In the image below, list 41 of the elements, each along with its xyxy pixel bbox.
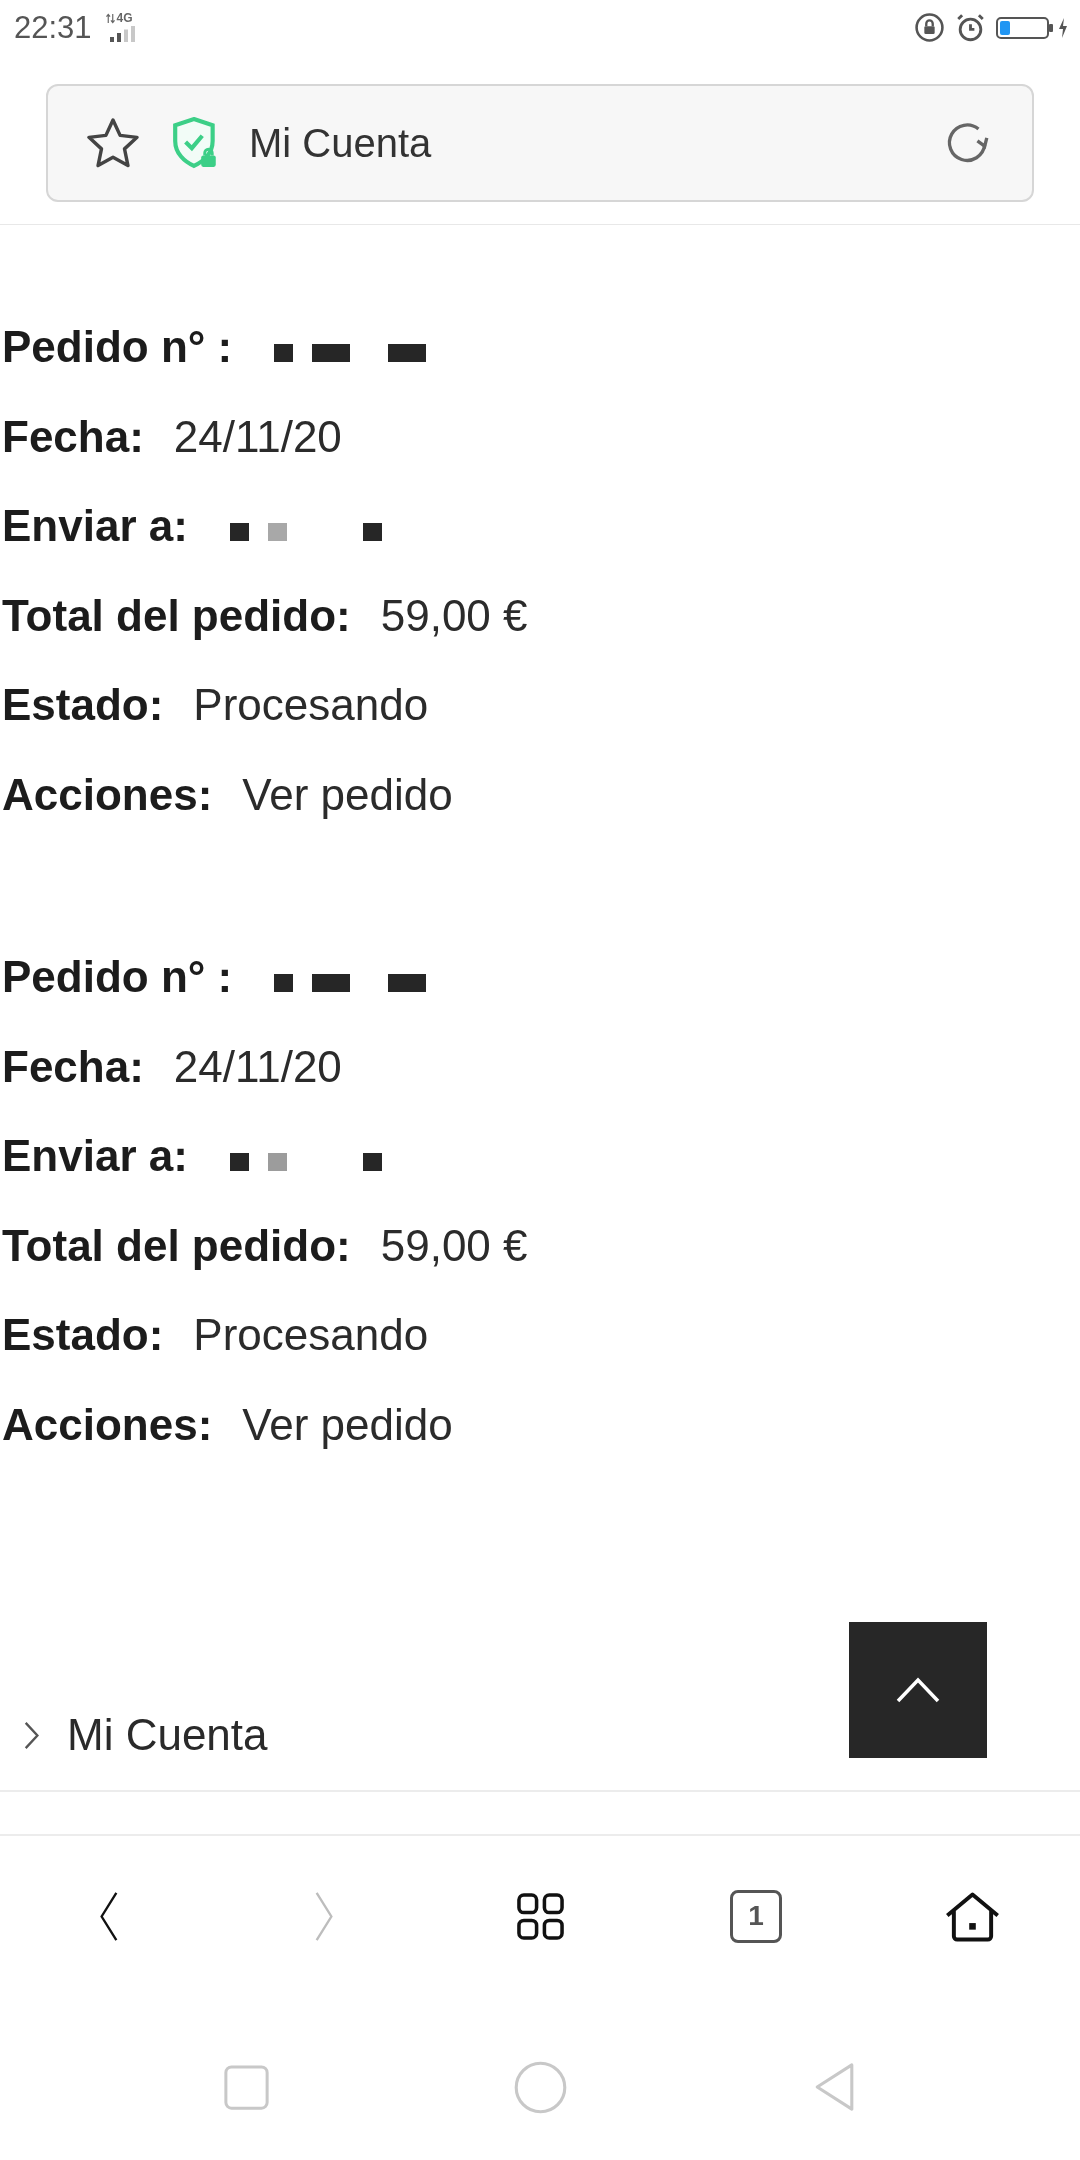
star-icon[interactable] bbox=[86, 118, 140, 168]
field-label: Fecha: bbox=[1, 1040, 144, 1093]
charging-bolt-icon bbox=[1058, 17, 1068, 38]
chevron-right-icon bbox=[313, 1890, 335, 1942]
shield-lock-icon bbox=[173, 117, 219, 169]
back-button[interactable] bbox=[97, 1890, 119, 1942]
field-value: 59,00 € bbox=[380, 1219, 528, 1272]
tabs-button[interactable]: 1 bbox=[730, 1889, 782, 1943]
field-label: Estado: bbox=[1, 679, 164, 731]
view-order-link[interactable]: Ver pedido bbox=[242, 1379, 453, 1469]
page-title: Mi Cuenta bbox=[249, 120, 433, 166]
menu-button[interactable] bbox=[516, 1892, 564, 1940]
clock-time: 22:31 bbox=[14, 9, 92, 46]
address-bar[interactable]: Mi Cuenta bbox=[46, 84, 1034, 202]
field-label: Fecha: bbox=[1, 410, 144, 463]
signal-icon bbox=[109, 26, 136, 42]
field-label: Enviar a: bbox=[1, 1130, 188, 1182]
network-type: 4G bbox=[116, 12, 133, 24]
field-label: Acciones: bbox=[1, 1398, 213, 1451]
field-label: Pedido n° : bbox=[1, 951, 233, 1003]
chevron-left-icon bbox=[97, 1890, 119, 1942]
alarm-clock-icon bbox=[955, 12, 986, 43]
field-label: Estado: bbox=[1, 1309, 164, 1361]
field-value: 59,00 € bbox=[380, 589, 528, 642]
menu-item[interactable]: Mi Cuenta bbox=[67, 1710, 268, 1760]
field-label: Enviar a: bbox=[1, 500, 188, 552]
field-label: Total del pedido: bbox=[1, 1219, 351, 1272]
rotation-lock-icon bbox=[914, 12, 945, 43]
field-value: 24/11/20 bbox=[173, 1040, 342, 1093]
chevron-up-icon bbox=[896, 1676, 940, 1704]
field-value: 24/11/20 bbox=[173, 410, 342, 463]
data-arrows-icon bbox=[105, 12, 115, 24]
grid-icon bbox=[516, 1892, 564, 1940]
battery-icon bbox=[996, 16, 1054, 39]
field-label: Acciones: bbox=[1, 768, 213, 821]
field-label: Pedido n° : bbox=[1, 321, 233, 373]
field-value: Procesando bbox=[193, 1309, 429, 1361]
view-order-link[interactable]: Ver pedido bbox=[242, 749, 453, 839]
field-value: Procesando bbox=[193, 679, 429, 731]
chevron-right-icon bbox=[23, 1719, 41, 1751]
field-label: Total del pedido: bbox=[1, 589, 351, 642]
